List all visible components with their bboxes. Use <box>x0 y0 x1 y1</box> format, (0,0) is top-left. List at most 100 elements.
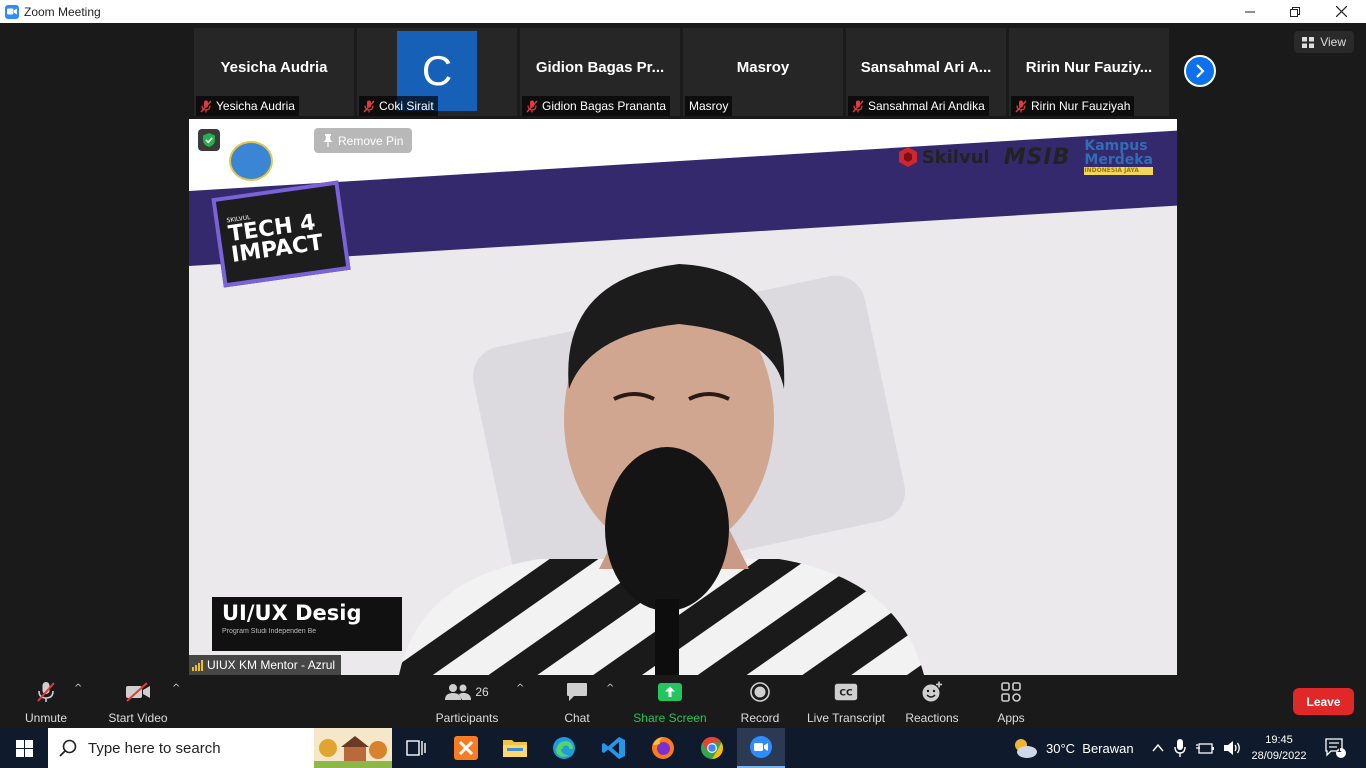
reactions-button[interactable]: Reactions <box>904 681 960 725</box>
zoom-icon <box>750 736 772 758</box>
active-speaker-label: UIUX KM Mentor - Azrul <box>189 655 342 675</box>
battery-charging-icon[interactable] <box>1196 741 1214 755</box>
partner-logos: Skilvul MSIB Kampus Merdeka INDONESIA JA… <box>898 139 1153 175</box>
leave-button[interactable]: Leave <box>1293 688 1354 715</box>
main-video[interactable]: SKILVUL TECH 4 IMPACT Skilvul MSIB Kampu… <box>189 119 1177 675</box>
participants-button[interactable]: 26 Participants <box>432 681 502 725</box>
encryption-badge[interactable] <box>198 129 220 151</box>
slide-course-title: UI/UX Desig Program Studi Independen Be <box>212 597 402 651</box>
start-button[interactable] <box>0 728 48 768</box>
share-screen-button[interactable]: Share Screen <box>632 681 708 725</box>
audio-options-caret[interactable]: ^ <box>74 683 82 694</box>
kampus-merdeka-logo: Kampus Merdeka INDONESIA JAYA <box>1084 139 1153 175</box>
participant-label-text: Masroy <box>689 99 729 113</box>
participant-tile[interactable]: Sansahmal Ari A... Sansahmal Ari Andika <box>846 28 1006 116</box>
record-icon <box>750 682 770 702</box>
live-transcript-label: Live Transcript <box>806 711 886 725</box>
participant-tile[interactable]: Ririn Nur Fauziy... Ririn Nur Fauziyah <box>1009 28 1169 116</box>
zoom-app-icon <box>5 4 19 19</box>
participants-options-caret[interactable]: ^ <box>516 683 524 694</box>
taskbar-edge[interactable] <box>540 728 588 768</box>
chat-options-caret[interactable]: ^ <box>606 683 614 694</box>
window-title: Zoom Meeting <box>24 4 101 19</box>
clock-date: 28/09/2022 <box>1251 750 1307 762</box>
partly-cloudy-icon <box>1015 739 1037 758</box>
chevron-up-icon[interactable] <box>1152 743 1164 753</box>
apps-icon <box>1001 682 1021 702</box>
notification-count: 1 <box>1337 745 1342 754</box>
participant-label-text: Gidion Bagas Prananta <box>542 99 667 113</box>
windows-logo-icon <box>15 739 33 757</box>
view-button[interactable]: View <box>1294 31 1354 53</box>
taskbar-zoom[interactable] <box>737 728 785 768</box>
microphone-icon[interactable] <box>1174 739 1186 757</box>
participant-tile[interactable]: Yesicha Audria Yesicha Audria <box>194 28 354 116</box>
meeting-area: View Yesicha Audria Yesicha Audria C Cok… <box>0 23 1366 675</box>
taskbar-file-explorer[interactable] <box>491 728 539 768</box>
unmute-button[interactable]: Unmute <box>20 681 72 725</box>
mic-muted-icon <box>1015 100 1027 112</box>
taskbar-xampp[interactable] <box>442 728 490 768</box>
participant-display-name: Ririn Nur Fauziy... <box>1025 59 1153 76</box>
meeting-toolbar: Unmute ^ Start Video ^ 26 Participants ^… <box>0 675 1366 728</box>
participant-name-label: Yesicha Audria <box>196 96 299 116</box>
share-screen-icon <box>658 683 682 701</box>
participant-label-text: Yesicha Audria <box>216 99 295 113</box>
chrome-icon <box>701 737 723 759</box>
skilvul-text: Skilvul <box>921 146 990 168</box>
vscode-icon <box>602 737 625 759</box>
notification-center-button[interactable]: 1 <box>1322 728 1350 768</box>
weather-widget[interactable]: 30°C Berawan <box>1012 728 1134 768</box>
chat-label: Chat <box>564 711 590 725</box>
participant-tile[interactable]: Masroy Masroy <box>683 28 843 116</box>
apps-button[interactable]: Apps <box>994 681 1028 725</box>
pin-icon <box>323 134 333 147</box>
maximize-button[interactable] <box>1272 0 1318 23</box>
record-button[interactable]: Record <box>738 681 782 725</box>
participant-name-label: Masroy <box>685 96 733 116</box>
institution-logo <box>229 141 273 181</box>
apps-label: Apps <box>997 711 1025 725</box>
xampp-icon <box>454 736 478 760</box>
folder-icon <box>503 740 527 757</box>
notification-icon <box>1325 738 1346 758</box>
start-video-button[interactable]: Start Video <box>106 681 170 725</box>
remove-pin-button[interactable]: Remove Pin <box>314 128 413 153</box>
participants-label: Participants <box>435 711 499 725</box>
participant-strip: Yesicha Audria Yesicha Audria C Coki Sir… <box>194 28 1169 116</box>
participant-tile[interactable]: Gidion Bagas Pr... Gidion Bagas Prananta <box>520 28 680 116</box>
participant-display-name: Masroy <box>736 59 790 76</box>
remove-pin-label: Remove Pin <box>338 133 404 148</box>
taskbar-vscode[interactable] <box>590 728 638 768</box>
skilvul-logo: Skilvul <box>898 147 990 168</box>
taskbar-search[interactable]: Type here to search <box>48 728 392 768</box>
chat-button[interactable]: Chat <box>556 681 598 725</box>
signal-strength-icon <box>192 659 203 671</box>
live-transcript-button[interactable]: CC Live Transcript <box>806 681 886 725</box>
next-page-button[interactable] <box>1184 55 1216 87</box>
taskbar-chrome[interactable] <box>688 728 736 768</box>
participant-tile[interactable]: C Coki Sirait <box>357 28 517 116</box>
video-options-caret[interactable]: ^ <box>172 683 180 694</box>
minimize-icon <box>1245 11 1255 12</box>
task-view-icon <box>406 740 426 756</box>
minimize-button[interactable] <box>1227 0 1273 23</box>
taskbar-firefox[interactable] <box>639 728 687 768</box>
volume-icon[interactable] <box>1224 740 1242 756</box>
participant-label-text: Ririn Nur Fauziyah <box>1031 99 1131 113</box>
taskbar-clock[interactable]: 19:45 28/09/2022 <box>1248 732 1310 764</box>
reactions-label: Reactions <box>905 711 959 725</box>
autumn-house-icon <box>314 736 392 768</box>
mic-muted-icon <box>37 682 55 702</box>
active-speaker-name: UIUX KM Mentor - Azrul <box>207 658 336 672</box>
mic-muted-icon <box>363 100 375 112</box>
participant-label-text: Coki Sirait <box>379 99 434 113</box>
close-button[interactable] <box>1318 0 1364 23</box>
kampus-sub-text: INDONESIA JAYA <box>1084 167 1153 175</box>
mic-muted-icon <box>200 100 212 112</box>
msib-logo: MSIB <box>1003 144 1071 170</box>
close-icon <box>1335 6 1347 17</box>
task-view-button[interactable] <box>392 728 440 768</box>
tech4impact-logo: SKILVUL TECH 4 IMPACT <box>211 180 351 288</box>
participant-display-name: Sansahmal Ari A... <box>860 59 992 76</box>
